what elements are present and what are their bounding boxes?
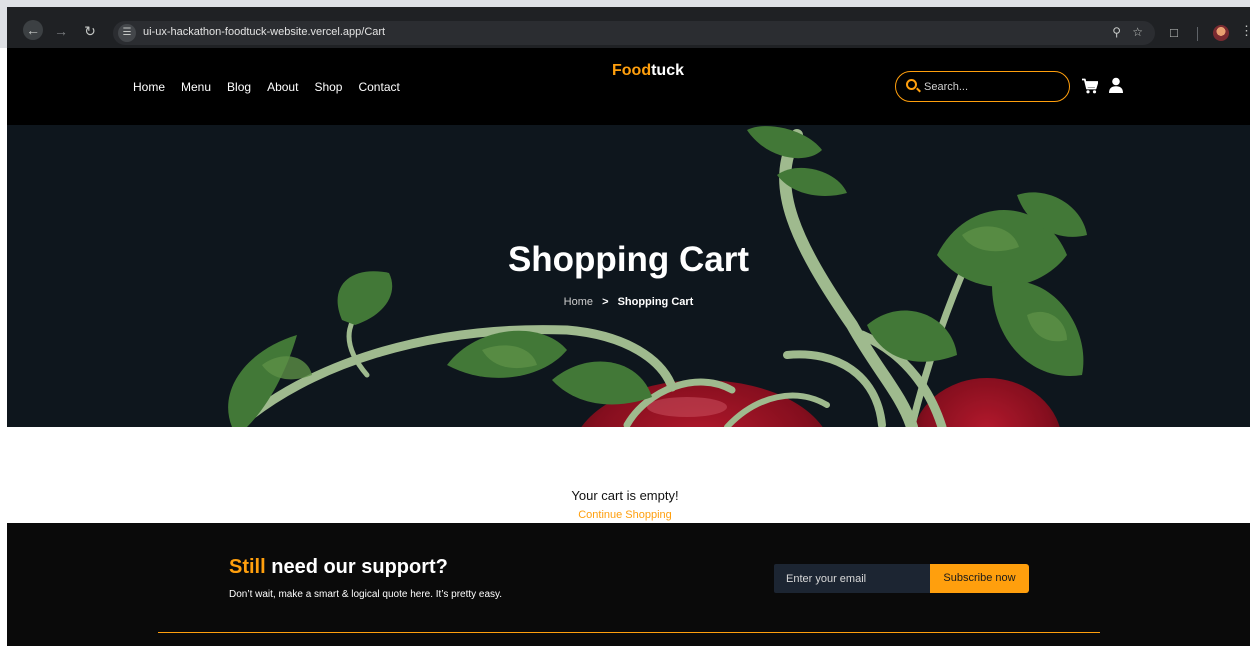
support-heading-accent: Still: [229, 556, 266, 578]
breadcrumb-home-link[interactable]: Home: [564, 296, 593, 308]
profile-avatar[interactable]: [1213, 25, 1229, 41]
url-text[interactable]: ui-ux-hackathon-foodtuck-website.vercel.…: [143, 26, 385, 38]
address-bar[interactable]: ☰ ui-ux-hackathon-foodtuck-website.verce…: [113, 21, 1155, 45]
breadcrumb-current: Shopping Cart: [617, 296, 694, 308]
support-subtitle: Don’t wait, make a smart & logical quote…: [229, 589, 503, 600]
main-nav: Home Menu Blog About Shop Contact: [133, 80, 400, 94]
footer: Still need our support? Don’t wait, make…: [7, 523, 1250, 646]
site-info-icon[interactable]: ☰: [118, 24, 136, 42]
footer-divider: [158, 632, 1100, 633]
site-header: Home Menu Blog About Shop Contact Foodtu…: [7, 48, 1250, 125]
nav-link-about[interactable]: About: [267, 80, 298, 94]
logo-accent: Food: [612, 62, 652, 79]
support-heading-rest: need our support?: [265, 556, 448, 578]
cart-icon[interactable]: [1082, 78, 1098, 94]
hero-banner: Shopping Cart Home > Shopping Cart: [7, 125, 1250, 427]
nav-link-blog[interactable]: Blog: [227, 80, 251, 94]
nav-link-home[interactable]: Home: [133, 80, 165, 94]
continue-shopping-link[interactable]: Continue Shopping: [0, 509, 1250, 521]
logo-rest: tuck: [651, 62, 684, 79]
reload-icon[interactable]: ↻: [81, 22, 99, 40]
kebab-menu-icon[interactable]: ⋮: [1240, 23, 1250, 39]
site-logo[interactable]: Foodtuck: [612, 62, 684, 80]
breadcrumb: Home > Shopping Cart: [7, 296, 1250, 308]
subscribe-button[interactable]: Subscribe now: [930, 564, 1029, 593]
forward-arrow-icon[interactable]: →: [52, 22, 70, 40]
toolbar-divider: [1197, 27, 1198, 41]
nav-link-shop[interactable]: Shop: [314, 80, 342, 94]
breadcrumb-separator: >: [602, 296, 609, 308]
search-box[interactable]: [895, 71, 1070, 102]
user-icon[interactable]: [1108, 77, 1124, 93]
empty-cart-message: Your cart is empty!: [571, 488, 679, 503]
search-input[interactable]: [924, 78, 1059, 95]
email-input[interactable]: [774, 564, 930, 593]
page-title: Shopping Cart: [507, 240, 750, 279]
browser-toolbar: ← → ↻ ☰ ui-ux-hackathon-foodtuck-website…: [7, 7, 1250, 48]
search-icon: [906, 79, 917, 90]
nav-link-contact[interactable]: Contact: [358, 80, 399, 94]
nav-link-menu[interactable]: Menu: [181, 80, 211, 94]
star-icon[interactable]: ☆: [1132, 25, 1143, 39]
zoom-icon[interactable]: ⚲: [1112, 25, 1121, 39]
browser-chrome: ← → ↻ ☰ ui-ux-hackathon-foodtuck-website…: [0, 0, 1250, 48]
back-arrow-icon[interactable]: ←: [23, 20, 43, 40]
extensions-icon[interactable]: □: [1170, 25, 1178, 40]
support-heading: Still need our support?: [229, 556, 448, 579]
